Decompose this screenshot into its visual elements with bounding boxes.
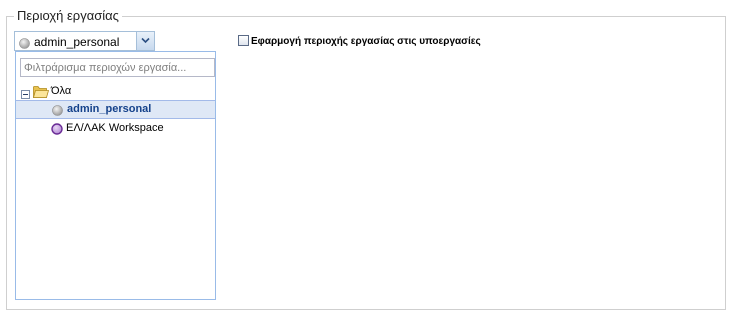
tree-node-admin-personal[interactable]: admin_personal xyxy=(16,100,215,119)
combo-trigger-button[interactable] xyxy=(136,32,154,50)
tree-node-ellak-workspace[interactable]: ΕΛ/ΛΑΚ Workspace xyxy=(16,119,215,138)
apply-subtasks-checkbox[interactable] xyxy=(238,35,249,46)
tree-node-label: ΕΛ/ΛΑΚ Workspace xyxy=(66,122,164,134)
workspace-dropdown: Όλα admin_personal xyxy=(15,51,216,300)
purple-circle-icon xyxy=(51,123,63,142)
workspace-filter-input[interactable] xyxy=(20,58,215,77)
tree-node-label: Όλα xyxy=(51,85,72,97)
tree-node-label: admin_personal xyxy=(67,103,152,115)
tree-node-root[interactable]: Όλα xyxy=(16,82,215,101)
panel-title: Περιοχή εργασίας xyxy=(14,8,122,24)
apply-subtasks-label[interactable]: Εφαρμογή περιοχής εργασίας στις υποεργασ… xyxy=(251,35,481,48)
combo-value: admin_personal xyxy=(34,35,120,49)
workspace-combo[interactable]: admin_personal xyxy=(14,31,155,51)
chevron-down-icon xyxy=(141,37,150,44)
